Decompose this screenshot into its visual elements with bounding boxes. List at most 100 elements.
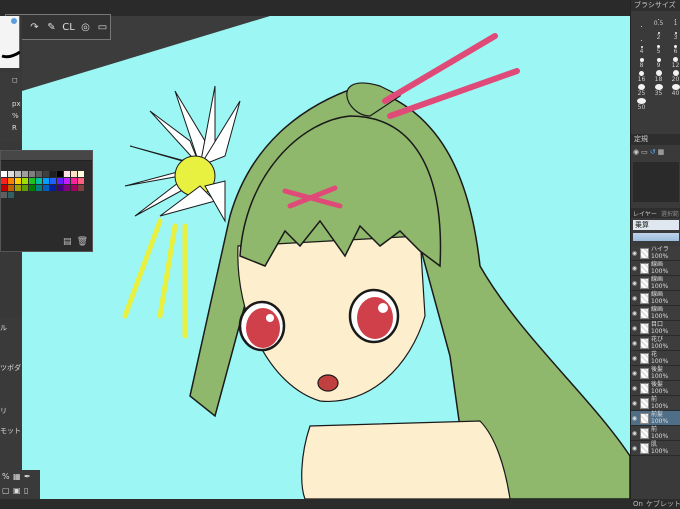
color-swatch[interactable] xyxy=(15,178,21,184)
clear-button[interactable]: CL xyxy=(61,18,76,36)
eye-icon[interactable]: ◉ xyxy=(631,295,638,302)
palette-title-bar[interactable] xyxy=(1,151,92,161)
color-swatch[interactable] xyxy=(64,185,70,191)
color-swatch[interactable] xyxy=(36,178,42,184)
layer-row[interactable]: ◉ 前 100% xyxy=(631,426,680,441)
brush-size-cell[interactable]: 3 xyxy=(668,28,680,41)
color-swatch[interactable] xyxy=(29,185,35,191)
ruler-presets[interactable] xyxy=(633,162,679,202)
color-swatch[interactable] xyxy=(50,185,56,191)
color-swatch[interactable] xyxy=(43,171,49,177)
brush-size-cell[interactable]: 2 xyxy=(651,28,666,41)
brush-size-cell[interactable]: 1 xyxy=(668,14,680,27)
redo-icon[interactable]: ↷ xyxy=(27,18,42,36)
color-swatch[interactable] xyxy=(1,178,7,184)
layer-row[interactable]: ◉ 後髪 100% xyxy=(631,381,680,396)
tab-selection[interactable]: 選択範 xyxy=(659,208,680,218)
lower-item-3[interactable]: リ xyxy=(0,406,7,416)
eye-icon[interactable]: ◉ xyxy=(631,430,638,437)
color-swatch[interactable] xyxy=(1,185,7,191)
brush-size-cell[interactable]: 5 xyxy=(651,42,666,55)
brush-size-cell[interactable] xyxy=(634,28,649,41)
layer-row[interactable]: ◉ 線画 100% xyxy=(631,261,680,276)
color-swatch[interactable] xyxy=(57,171,63,177)
pen-icon[interactable]: ✎ xyxy=(44,18,59,36)
color-swatch[interactable] xyxy=(71,178,77,184)
color-swatch[interactable] xyxy=(29,171,35,177)
undo-ruler-icon[interactable]: ↺ xyxy=(650,148,656,160)
layer-row[interactable]: ◉ 花び 100% xyxy=(631,336,680,351)
trash-icon[interactable]: 🗑 xyxy=(77,237,88,247)
layer-row[interactable]: ◉ 線画 100% xyxy=(631,306,680,321)
target-icon[interactable]: ◎ xyxy=(78,18,93,36)
layer-row[interactable]: ◉ ハイラ 100% xyxy=(631,246,680,261)
eye-icon[interactable]: ◉ xyxy=(631,415,638,422)
color-swatch[interactable] xyxy=(57,185,63,191)
brush-size-cell[interactable]: 16 xyxy=(634,70,649,83)
eye-icon[interactable]: ◉ xyxy=(631,250,638,257)
brush-size-cell[interactable]: 35 xyxy=(651,84,666,97)
eye-icon[interactable]: ◉ xyxy=(631,280,638,287)
brush-size-cell[interactable]: 20 xyxy=(668,70,680,83)
color-swatch[interactable] xyxy=(15,171,21,177)
color-swatch[interactable] xyxy=(43,178,49,184)
brush-size-cell[interactable]: 8 xyxy=(634,56,649,69)
eye-icon[interactable]: ◉ xyxy=(631,385,638,392)
eye-icon[interactable]: ◉ xyxy=(631,370,638,377)
color-swatch[interactable] xyxy=(50,171,56,177)
brush-size-cell[interactable]: 50 xyxy=(634,98,649,111)
ruler-icon[interactable]: ▭ xyxy=(641,148,648,160)
brush-size-cell[interactable]: 6 xyxy=(668,42,680,55)
frame-icon[interactable]: ▭ xyxy=(95,18,110,36)
color-swatch[interactable] xyxy=(64,171,70,177)
brush-size-cell[interactable]: 9 xyxy=(651,56,666,69)
color-swatch[interactable] xyxy=(22,171,28,177)
brush-size-cell[interactable]: 4 xyxy=(634,42,649,55)
eye-icon[interactable]: ◉ xyxy=(631,400,638,407)
layer-row[interactable]: ◉ 線画 100% xyxy=(631,276,680,291)
layer-row[interactable]: ◉ 肌 100% xyxy=(631,441,680,456)
eye-icon[interactable]: ◉ xyxy=(631,325,638,332)
eye-ruler-icon[interactable]: ◉ xyxy=(633,148,639,160)
lower-item-4[interactable]: モット xyxy=(0,426,21,436)
color-swatch[interactable] xyxy=(36,185,42,191)
color-swatch[interactable] xyxy=(71,171,77,177)
eye-icon[interactable]: ◉ xyxy=(631,340,638,347)
color-swatch[interactable] xyxy=(8,171,14,177)
eye-icon[interactable]: ◉ xyxy=(631,265,638,272)
layer-row[interactable]: ◉ 後髪 100% xyxy=(631,366,680,381)
color-swatch[interactable] xyxy=(8,178,14,184)
eye-icon[interactable]: ◉ xyxy=(631,310,638,317)
folder-icon[interactable]: ▣ xyxy=(13,486,22,495)
lower-item-2[interactable]: ツボダ xyxy=(0,363,21,373)
color-swatch[interactable] xyxy=(43,185,49,191)
color-swatch[interactable] xyxy=(15,185,21,191)
prop-icon[interactable]: ◻ xyxy=(12,76,18,84)
color-swatch[interactable] xyxy=(1,171,7,177)
file-icon[interactable]: ▢ xyxy=(2,486,11,495)
opacity-slider[interactable] xyxy=(633,233,679,241)
brush-size-cell[interactable]: 25 xyxy=(634,84,649,97)
color-swatch[interactable] xyxy=(22,185,28,191)
color-swatch[interactable] xyxy=(8,185,14,191)
brush-size-cell[interactable]: 18 xyxy=(651,70,666,83)
color-swatch[interactable] xyxy=(78,178,84,184)
color-swatch[interactable] xyxy=(36,171,42,177)
color-swatch[interactable] xyxy=(78,171,84,177)
color-swatch[interactable] xyxy=(71,185,77,191)
blend-mode-select[interactable]: 乗算 xyxy=(633,220,679,230)
layer-row[interactable]: ◉ 線画 100% xyxy=(631,291,680,306)
drawing-canvas[interactable] xyxy=(0,16,630,499)
brush-size-cell[interactable] xyxy=(634,14,649,27)
tab-layer[interactable]: レイヤー xyxy=(631,208,659,218)
layer-row[interactable]: ◉ 花 100% xyxy=(631,351,680,366)
page-icon[interactable]: ▯ xyxy=(24,486,33,495)
layer-row[interactable]: ◉ 前髪 100% xyxy=(631,411,680,426)
eye-icon[interactable]: ◉ xyxy=(631,355,638,362)
lower-item-1[interactable]: ル xyxy=(0,323,7,333)
brush-size-cell[interactable]: 12 xyxy=(668,56,680,69)
color-swatch[interactable] xyxy=(29,178,35,184)
layer-row[interactable]: ◉ 前 100% xyxy=(631,396,680,411)
grid-icon[interactable]: ▦ xyxy=(13,472,22,481)
eye-icon[interactable]: ◉ xyxy=(631,445,638,452)
